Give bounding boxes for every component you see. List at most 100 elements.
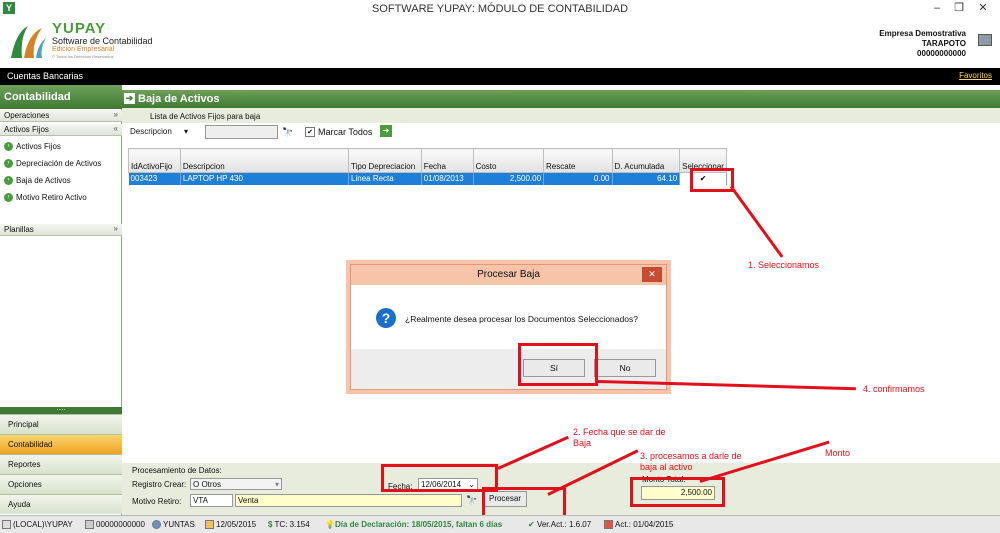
cell-description: LAPTOP HP 430 [180, 172, 350, 185]
brand-block: YUPAY Software de Contabilidad Edición E… [52, 20, 153, 59]
motivo-desc-field[interactable]: Venta [235, 494, 462, 507]
sidebar-header: Contabilidad [0, 85, 122, 109]
question-icon: ? [376, 308, 396, 328]
brand-name: YUPAY [52, 20, 107, 37]
dialog-message: ¿Realmente desea procesar los Documentos… [405, 314, 638, 324]
sidebar-item-depreciacion[interactable]: › Depreciación de Activos [4, 157, 101, 171]
top-menu-bar: Cuentas Bancarias Favoritos [0, 68, 1000, 85]
nav-reportes[interactable]: Reportes [0, 454, 122, 474]
col-header[interactable]: Fecha [420, 148, 474, 173]
sidebar-section-activos-fijos[interactable]: Activos Fijos « [0, 124, 122, 136]
sidebar-item-activos-fijos[interactable]: › Activos Fijos [4, 140, 61, 154]
database-icon [2, 520, 11, 530]
user-icon [152, 520, 161, 530]
cuentas-bancarias-link[interactable]: Cuentas Bancarias [7, 71, 83, 81]
cell-id: 003423 [128, 172, 181, 185]
col-header[interactable]: D. Acumulada [611, 148, 681, 173]
status-server: (LOCAL)\YUPAY [2, 520, 73, 530]
chevron-down-icon: » [113, 110, 118, 119]
export-icon[interactable]: ➜ [380, 125, 392, 137]
status-declaracion: 💡Día de Declaración: 18/05/2015, faltan … [325, 520, 503, 529]
annotation-box-select [690, 168, 734, 192]
sidebar-splitter[interactable]: ..... [0, 406, 122, 414]
planillas-label: Planillas [4, 225, 34, 234]
window-title: SOFTWARE YUPAY: MÓDULO DE CONTABILIDAD [371, 3, 629, 15]
minimize-button[interactable]: – [926, 1, 948, 16]
annotation-3: 3. procesamos a darle de baja al activo [640, 451, 742, 472]
annotation-box-yes [518, 343, 598, 386]
page-title: Baja de Activos [138, 93, 220, 105]
arrow-right-icon: ➔ [124, 93, 135, 104]
status-version: ✔ Ver.Act.: 1.6.07 [528, 520, 592, 529]
motivo-code-field[interactable]: VTA [190, 494, 233, 507]
cell-rescue: 0.00 [543, 172, 613, 185]
dropdown-arrow-icon: ▾ [184, 127, 189, 136]
sidebar-item-motivo-retiro[interactable]: › Motivo Retiro Activo [4, 191, 87, 205]
nav-ayuda[interactable]: Ayuda [0, 494, 122, 514]
status-ruc: 00000000000 [85, 520, 145, 530]
status-user: YUNTAS [152, 520, 195, 530]
close-button[interactable]: ✕ [972, 1, 994, 16]
brand-line3: © Todos los Derechos Reservados [52, 54, 114, 59]
motivo-label: Motivo Retiro: [132, 497, 182, 506]
computer-icon[interactable] [978, 34, 992, 46]
table-row[interactable]: 003423 LAPTOP HP 430 Linea Recta 01/08/2… [128, 172, 727, 185]
arrow-circle-icon: › [4, 176, 13, 186]
list-label: Lista de Activos Fijos para baja [122, 108, 1000, 123]
mark-all-label: Marcar Todos [318, 127, 373, 137]
nav-opciones[interactable]: Opciones [0, 474, 122, 494]
arrow-circle-icon: › [4, 193, 13, 203]
processing-label: Procesamiento de Datos: [132, 466, 222, 475]
sidebar-section-operaciones[interactable]: Operaciones » [0, 110, 122, 122]
col-header[interactable]: Tipo Depreciacion [348, 148, 422, 173]
status-act: Act.: 01/04/2015 [604, 520, 673, 530]
col-header[interactable]: Descripcion [179, 148, 350, 173]
check-icon: ✔ [528, 520, 535, 529]
description-select[interactable]: Descripcion ▾ [130, 127, 200, 139]
brand-line1: Software de Contabilidad [52, 36, 153, 46]
col-header[interactable]: Rescate [543, 148, 613, 173]
registro-select[interactable]: O Otros ▾ [190, 478, 282, 490]
company-name: Empresa Demostrativa [879, 29, 966, 38]
activos-fijos-section-label: Activos Fijos [4, 125, 49, 134]
company-city: TARAPOTO [921, 39, 966, 48]
chevron-up-icon: « [113, 124, 118, 133]
annotation-4: 4. confirmamos [863, 384, 925, 394]
no-button[interactable]: No [594, 359, 656, 377]
page-header: ➔ Baja de Activos [122, 90, 1000, 108]
search-input[interactable] [205, 125, 278, 139]
annotation-box-monto [630, 477, 725, 507]
sidebar-item-baja-activos[interactable]: › Baja de Activos [4, 174, 71, 188]
cell-date: 01/08/2013 [421, 172, 474, 185]
col-header[interactable]: Costo [472, 148, 545, 173]
binoculars-icon[interactable]: 🔭 [282, 127, 293, 138]
arrow-circle-icon: › [4, 142, 13, 152]
chevron-down-icon: » [113, 224, 118, 233]
dollar-icon: $ [268, 520, 273, 529]
nav-contabilidad[interactable]: Contabilidad [0, 434, 122, 454]
annotation-line [729, 185, 784, 258]
annotation-1: 1. Seleccionamos [748, 260, 820, 270]
status-tc: $ TC: 3.154 [268, 520, 310, 529]
restore-button[interactable]: ❐ [948, 1, 970, 16]
annotation-box-fecha [381, 464, 498, 492]
nav-principal[interactable]: Principal [0, 414, 122, 434]
sidebar-section-planillas[interactable]: Planillas » [0, 224, 122, 236]
favoritos-link[interactable]: Favoritos [959, 71, 992, 80]
lightbulb-icon: 💡 [325, 520, 335, 529]
registro-label: Registro Crear: [132, 480, 187, 489]
sidebar: Contabilidad Operaciones » Activos Fijos… [0, 85, 122, 515]
cell-cost: 2,500.00 [473, 172, 545, 185]
annotation-2: 2. Fecha que se dar de Baja [573, 427, 666, 448]
mark-all-checkbox[interactable]: ✔ [305, 127, 315, 137]
operaciones-label: Operaciones [4, 111, 50, 120]
window-titlebar: Y SOFTWARE YUPAY: MÓDULO DE CONTABILIDAD… [0, 0, 1000, 18]
brand-line2: Edición Empresarial [52, 46, 115, 53]
dialog-close-button[interactable]: ✕ [642, 267, 662, 282]
annotation-monto: Monto [825, 448, 851, 458]
confirm-dialog: Procesar Baja ✕ ? ¿Realmente desea proce… [350, 264, 667, 390]
calendar-icon [205, 520, 214, 530]
binoculars-icon[interactable]: 🔭 [466, 495, 477, 506]
arrow-circle-icon: › [4, 159, 13, 169]
col-header[interactable]: IdActivoFijo [128, 148, 181, 173]
